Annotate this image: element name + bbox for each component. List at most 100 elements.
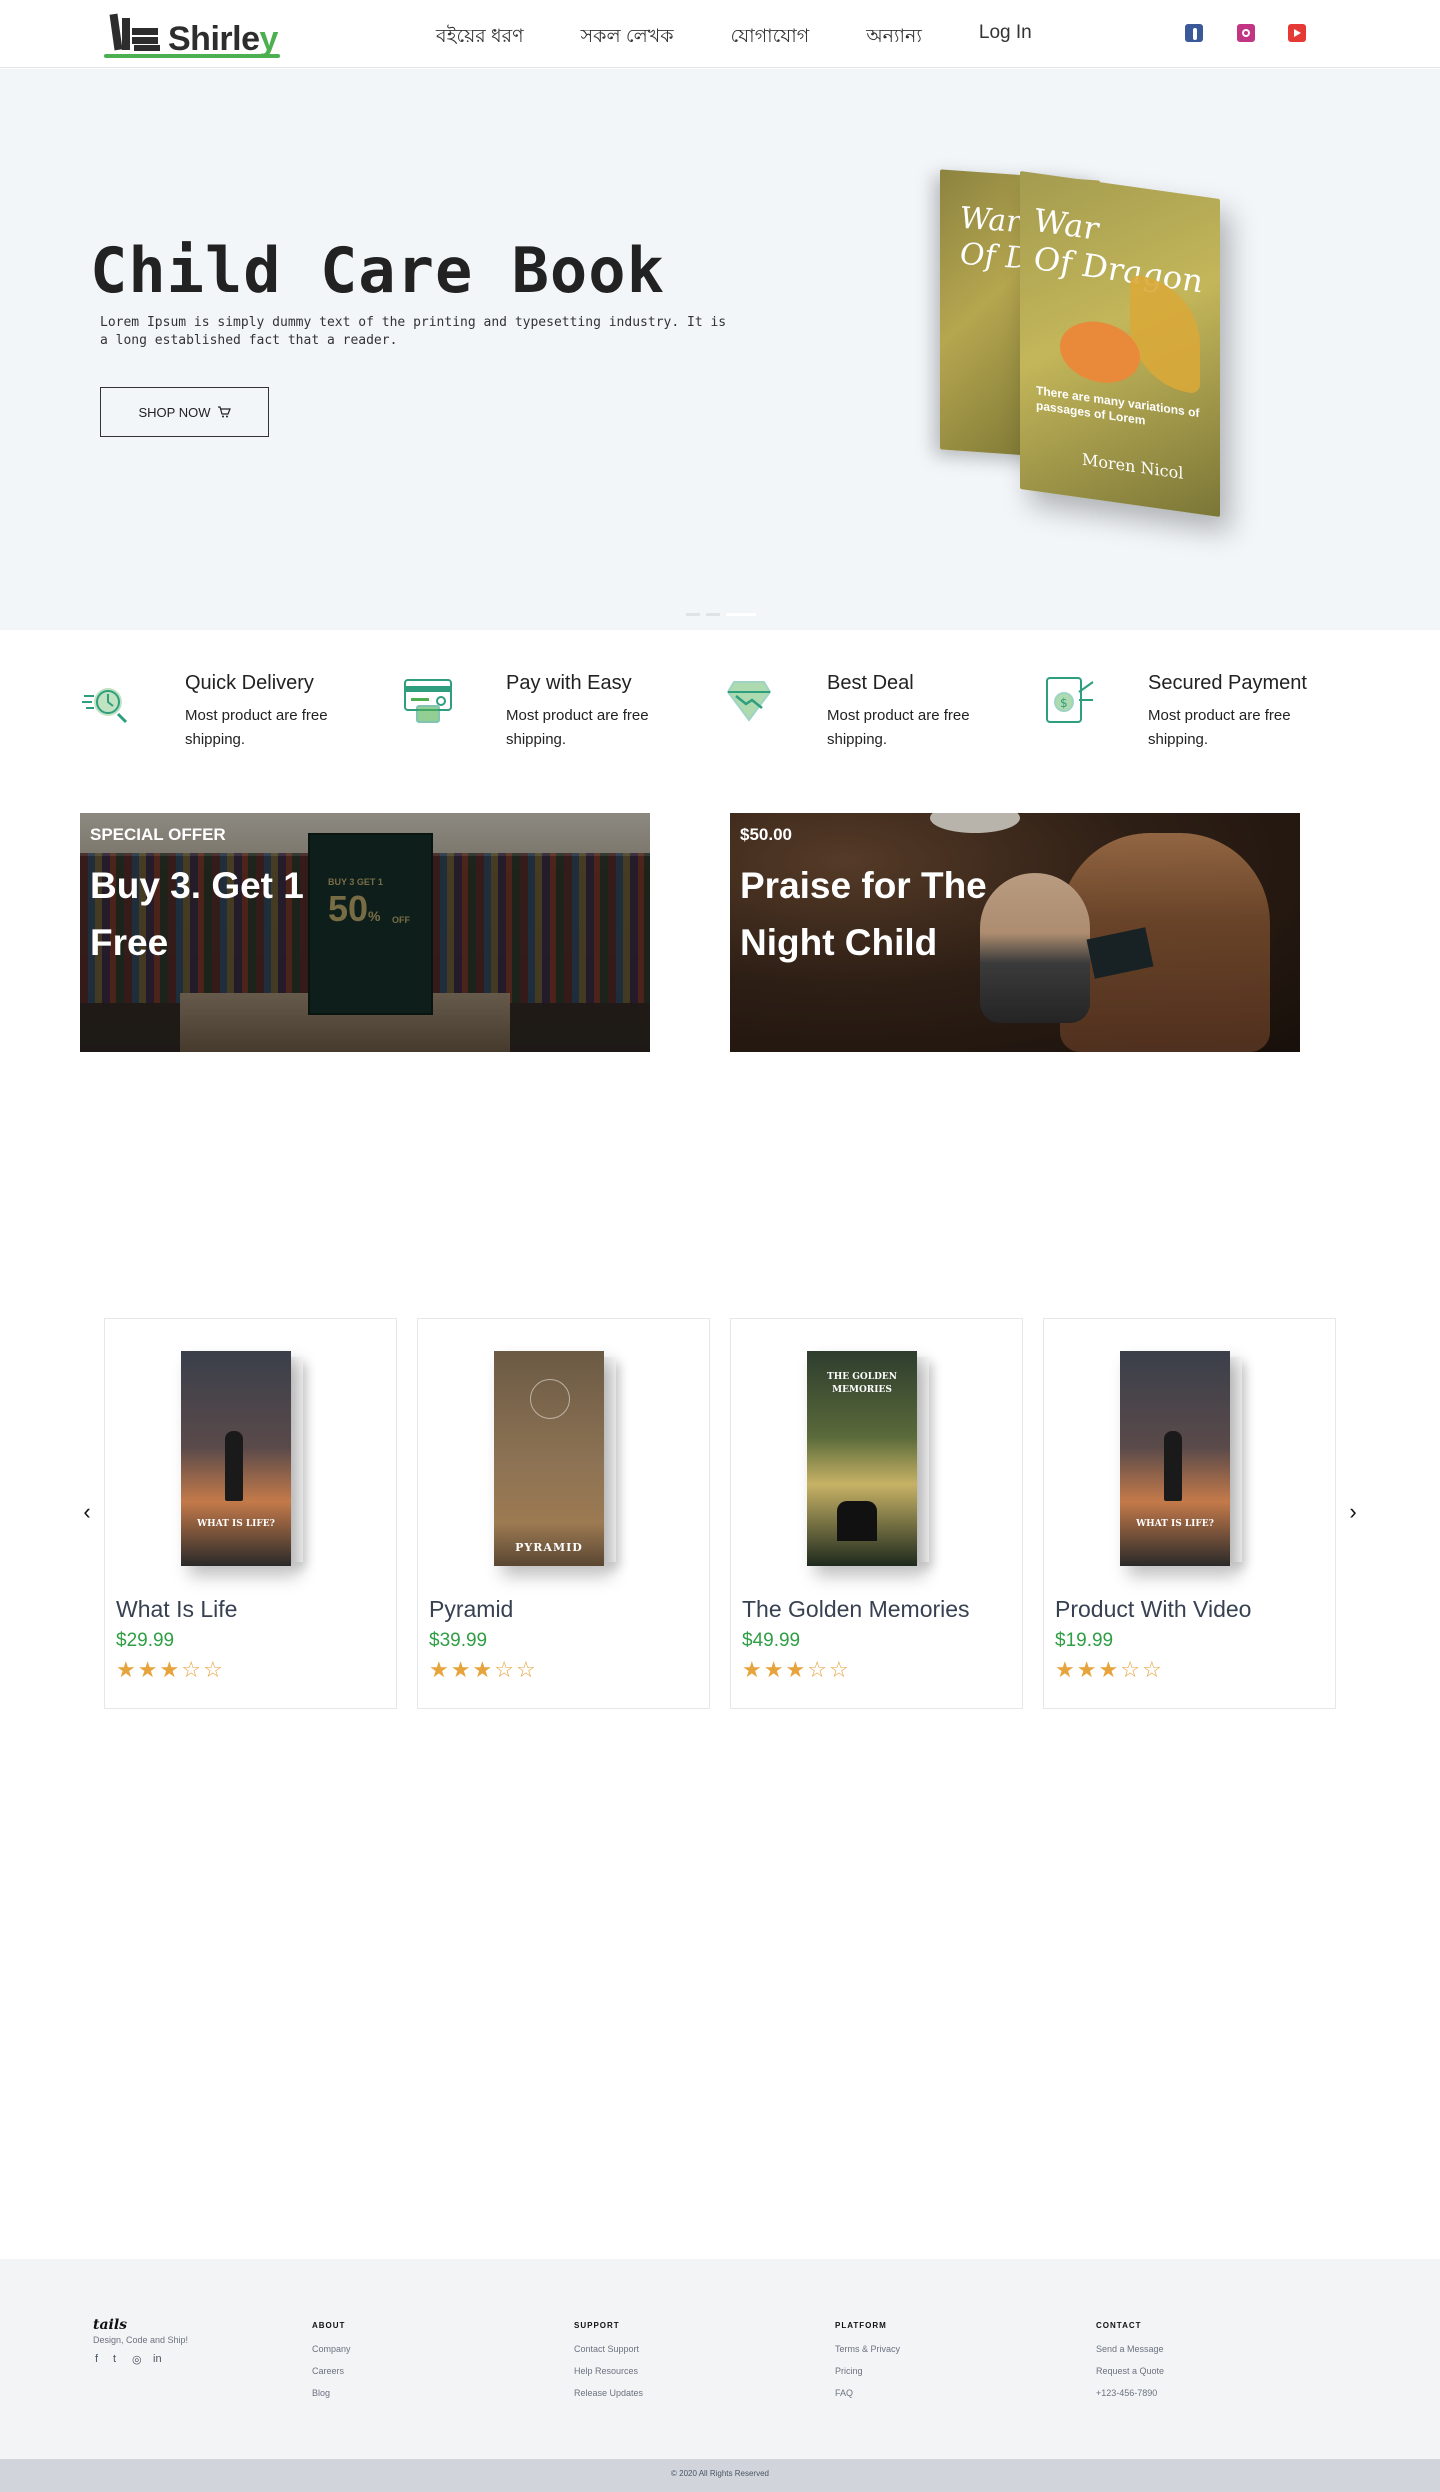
youtube-icon[interactable] bbox=[1288, 24, 1306, 42]
star-filled-icon: ★ bbox=[159, 1657, 182, 1682]
menu-item-contact[interactable]: যোগাযোগ bbox=[731, 22, 810, 54]
cover-title: WHAT IS LIFE? bbox=[1136, 1519, 1214, 1529]
cover-figures bbox=[837, 1501, 877, 1541]
menu-item-all-authors[interactable]: সকল লেখক bbox=[581, 22, 674, 54]
deal-icon bbox=[726, 681, 772, 722]
promo-price-tag: $50.00 bbox=[740, 825, 792, 844]
menu-item-others[interactable]: অন্যান্য bbox=[866, 22, 922, 54]
carousel-dot[interactable] bbox=[706, 613, 720, 616]
cover-title: WHAT IS LIFE? bbox=[197, 1519, 275, 1529]
product-card[interactable]: WHAT IS LIFE? Product With Video $19.99 … bbox=[1043, 1318, 1336, 1709]
chevron-left-icon: ‹ bbox=[83, 1499, 91, 1524]
linkedin-icon[interactable]: in bbox=[153, 2353, 162, 2365]
cover-figure bbox=[225, 1431, 243, 1501]
footer-link[interactable]: +123-456-7890 bbox=[1096, 2382, 1164, 2404]
menu-item-login[interactable]: Log In bbox=[979, 22, 1032, 54]
footer-col-support: SUPPORT Contact Support Help Resources R… bbox=[574, 2321, 643, 2404]
book-pages bbox=[289, 1357, 303, 1562]
star-filled-icon: ★ bbox=[116, 1657, 138, 1682]
svg-text:$: $ bbox=[1060, 696, 1068, 710]
star-filled-icon: ★ bbox=[429, 1657, 451, 1682]
footer-logo[interactable]: tails bbox=[93, 2317, 127, 2333]
shop-now-button[interactable]: SHOP NOW bbox=[100, 387, 269, 437]
book-front: WHAT IS LIFE? bbox=[1120, 1351, 1230, 1566]
footer-link[interactable]: Pricing bbox=[835, 2360, 900, 2382]
footer-link[interactable]: Help Resources bbox=[574, 2360, 643, 2382]
feature-title: Secured Payment bbox=[1148, 672, 1307, 694]
promo-title: Praise for The Night Child bbox=[740, 865, 987, 963]
star-empty-icon: ☆ bbox=[181, 1657, 203, 1682]
feature-desc: Most product are free shipping. bbox=[827, 707, 970, 748]
feature-desc: Most product are free shipping. bbox=[1148, 707, 1291, 748]
carousel-dot-active[interactable] bbox=[726, 613, 756, 616]
footer-heading: ABOUT bbox=[312, 2321, 346, 2330]
copyright-bar: © 2020 All Rights Reserved bbox=[0, 2459, 1440, 2492]
book-pages bbox=[915, 1357, 929, 1562]
footer-link[interactable]: Contact Support bbox=[574, 2338, 643, 2360]
logo[interactable]: Shirley bbox=[104, 12, 282, 58]
product-name[interactable]: Pyramid bbox=[429, 1596, 513, 1623]
book-cover-image: WHAT IS LIFE? bbox=[181, 1351, 331, 1571]
menu-item-book-types[interactable]: বইয়ের ধরণ bbox=[436, 22, 524, 54]
star-filled-icon: ★ bbox=[763, 1657, 786, 1682]
footer-link[interactable]: Release Updates bbox=[574, 2382, 643, 2404]
product-name[interactable]: The Golden Memories bbox=[742, 1596, 970, 1623]
footer-heading: SUPPORT bbox=[574, 2321, 620, 2330]
footer-link[interactable]: Careers bbox=[312, 2360, 351, 2382]
facebook-icon[interactable]: f bbox=[95, 2353, 98, 2365]
star-filled-icon: ★ bbox=[742, 1657, 764, 1682]
book-pages bbox=[1228, 1357, 1242, 1562]
carousel-next-button[interactable]: › bbox=[1341, 1500, 1365, 1524]
product-name[interactable]: Product With Video bbox=[1055, 1596, 1251, 1623]
rating-stars: ★★★☆☆ bbox=[742, 1657, 851, 1683]
carousel-dots bbox=[686, 613, 756, 616]
footer-col-contact: CONTACT Send a Message Request a Quote +… bbox=[1096, 2321, 1164, 2404]
card-payment-icon bbox=[404, 679, 452, 723]
main-menu: বইয়ের ধরণ সকল লেখক যোগাযোগ অন্যান্য Log… bbox=[436, 22, 1089, 54]
footer-tagline: Design, Code and Ship! bbox=[93, 2335, 189, 2345]
footer-heading: CONTACT bbox=[1096, 2321, 1142, 2330]
promo-night-child[interactable]: $50.00 Praise for The Night Child bbox=[730, 813, 1300, 1052]
footer-link[interactable]: Company bbox=[312, 2338, 351, 2360]
star-empty-icon: ☆ bbox=[807, 1657, 829, 1682]
dragon-illustration bbox=[1060, 316, 1140, 388]
product-price: $19.99 bbox=[1055, 1630, 1114, 1651]
feature-title: Quick Delivery bbox=[185, 672, 314, 694]
shop-now-label: SHOP NOW bbox=[138, 404, 211, 420]
instagram-icon[interactable]: ◎ bbox=[132, 2353, 142, 2366]
instagram-icon[interactable] bbox=[1237, 24, 1255, 42]
hero-banner: Child Care Book Lorem Ipsum is simply du… bbox=[0, 69, 1440, 630]
cover-figure bbox=[1164, 1431, 1182, 1501]
footer-link[interactable]: Terms & Privacy bbox=[835, 2338, 900, 2360]
carousel-dot[interactable] bbox=[686, 613, 700, 616]
books-logo-icon bbox=[109, 13, 160, 51]
product-card[interactable]: PYRAMID Pyramid $39.99 ★★★☆☆ bbox=[417, 1318, 710, 1709]
promo-tag: SPECIAL OFFER bbox=[90, 825, 226, 844]
cover-circle bbox=[530, 1379, 570, 1419]
delivery-icon bbox=[82, 688, 128, 724]
rating-stars: ★★★☆☆ bbox=[1055, 1657, 1164, 1683]
star-filled-icon: ★ bbox=[1076, 1657, 1099, 1682]
copyright-text: © 2020 All Rights Reserved bbox=[671, 2469, 769, 2478]
book-cover-image: THE GOLDEN MEMORIES bbox=[807, 1351, 957, 1571]
promo-special-offer[interactable]: BUY 3 GET 1 50% OFF SPECIAL OFFER Buy 3.… bbox=[80, 813, 650, 1052]
cover-title: PYRAMID bbox=[515, 1541, 583, 1554]
star-empty-icon: ☆ bbox=[828, 1657, 851, 1682]
star-filled-icon: ★ bbox=[137, 1657, 160, 1682]
star-filled-icon: ★ bbox=[450, 1657, 473, 1682]
product-card[interactable]: WHAT IS LIFE? What Is Life $29.99 ★★★☆☆ bbox=[104, 1318, 397, 1709]
star-empty-icon: ☆ bbox=[1141, 1657, 1164, 1682]
book-front: WHAT IS LIFE? bbox=[181, 1351, 291, 1566]
footer-link[interactable]: FAQ bbox=[835, 2382, 900, 2404]
product-name[interactable]: What Is Life bbox=[116, 1596, 237, 1623]
footer-link[interactable]: Request a Quote bbox=[1096, 2360, 1164, 2382]
product-price: $49.99 bbox=[742, 1630, 801, 1651]
footer-link[interactable]: Blog bbox=[312, 2382, 351, 2404]
carousel-prev-button[interactable]: ‹ bbox=[75, 1500, 99, 1524]
twitter-icon[interactable]: t bbox=[113, 2353, 116, 2365]
book-front: PYRAMID bbox=[494, 1351, 604, 1566]
product-card[interactable]: THE GOLDEN MEMORIES The Golden Memories … bbox=[730, 1318, 1023, 1709]
footer-link[interactable]: Send a Message bbox=[1096, 2338, 1164, 2360]
footer-col-platform: PLATFORM Terms & Privacy Pricing FAQ bbox=[835, 2321, 900, 2404]
facebook-icon[interactable] bbox=[1185, 24, 1203, 42]
